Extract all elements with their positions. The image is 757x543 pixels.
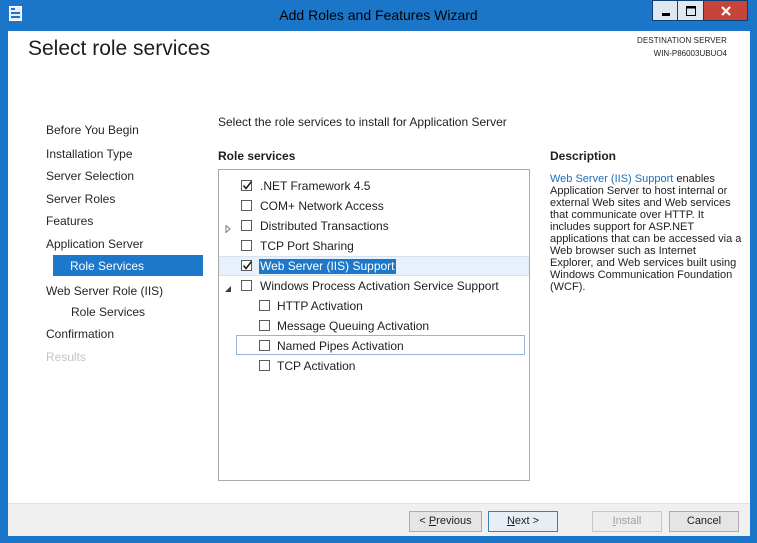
nav-item-results: Results (46, 350, 87, 364)
tree-item-was-support[interactable]: Windows Process Activation Service Suppo… (219, 276, 529, 296)
checkmark-icon (242, 181, 253, 190)
tree-item-tcp-port-sharing[interactable]: TCP Port Sharing (219, 236, 529, 256)
instruction-text: Select the role services to install for … (218, 115, 507, 129)
tree-item-net-framework[interactable]: .NET Framework 4.5 (219, 176, 529, 196)
tree-item-msmq-activation[interactable]: Message Queuing Activation (219, 316, 529, 336)
destination-server-name: WIN-P86003UBUO4 (653, 49, 727, 58)
tree-item-tcp-activation[interactable]: TCP Activation (219, 356, 529, 376)
description-body: enables Application Server to host inter… (550, 173, 742, 293)
tree-item-web-server-iis-support[interactable]: Web Server (IIS) Support (219, 256, 529, 276)
tree-item-named-pipes-activation[interactable]: Named Pipes Activation (236, 335, 525, 355)
checkbox[interactable] (241, 260, 253, 271)
window-title: Add Roles and Features Wizard (279, 7, 478, 23)
nav-item-features[interactable]: Features (46, 214, 93, 228)
next-button[interactable]: Next > (488, 511, 558, 532)
tree-item-distributed-transactions[interactable]: Distributed Transactions (219, 216, 529, 236)
title-bar[interactable]: Add Roles and Features Wizard (0, 0, 757, 31)
tree-item-label: Message Queuing Activation (277, 319, 430, 333)
role-services-tree[interactable]: .NET Framework 4.5 COM+ Network Access D… (218, 169, 530, 481)
nav-item-server-roles[interactable]: Server Roles (46, 192, 115, 206)
checkbox[interactable] (241, 280, 252, 291)
description-text: Web Server (IIS) Support enables Applica… (550, 173, 742, 293)
tree-item-label: COM+ Network Access (260, 199, 384, 213)
tree-item-label: TCP Activation (277, 359, 356, 373)
destination-server-label: DESTINATION SERVER (637, 36, 727, 45)
minimize-icon (662, 13, 670, 16)
next-rest: ext > (514, 515, 540, 527)
checkbox[interactable] (259, 360, 270, 371)
tree-item-label: Windows Process Activation Service Suppo… (260, 279, 499, 293)
nav-item-server-selection[interactable]: Server Selection (46, 169, 134, 183)
previous-prefix: < (419, 515, 429, 527)
tree-item-label: .NET Framework 4.5 (260, 179, 371, 193)
expand-arrow-icon[interactable] (224, 222, 232, 234)
description-header: Description (550, 149, 617, 163)
nav-item-application-server[interactable]: Application Server (46, 237, 143, 251)
tree-item-label: Named Pipes Activation (277, 339, 404, 353)
nav-item-installation-type[interactable]: Installation Type (46, 147, 133, 161)
nav-item-before-you-begin[interactable]: Before You Begin (46, 123, 139, 137)
cancel-button[interactable]: Cancel (669, 511, 739, 532)
nav-item-web-server-role[interactable]: Web Server Role (IIS) (46, 284, 163, 298)
previous-rest: revious (436, 515, 472, 527)
nav-item-role-services-selected[interactable]: Role Services (53, 255, 203, 276)
tree-item-label: TCP Port Sharing (260, 239, 354, 253)
maximize-icon (686, 6, 696, 16)
checkbox[interactable] (241, 220, 252, 231)
nav-item-label: Role Services (70, 259, 145, 273)
previous-button[interactable]: < Previous (409, 511, 482, 532)
maximize-button[interactable] (678, 0, 704, 21)
page-title: Select role services (28, 37, 211, 60)
checkbox[interactable] (259, 300, 270, 311)
checkbox[interactable] (241, 240, 252, 251)
checkbox[interactable] (259, 320, 270, 331)
checkbox[interactable] (259, 340, 270, 351)
collapse-arrow-icon[interactable] (224, 282, 232, 292)
checkbox[interactable] (241, 180, 253, 191)
install-rest: nstall (615, 515, 642, 527)
close-button[interactable] (704, 0, 748, 21)
description-link[interactable]: Web Server (IIS) Support (550, 173, 673, 185)
tree-item-http-activation[interactable]: HTTP Activation (219, 296, 529, 316)
nav-item-confirmation[interactable]: Confirmation (46, 327, 114, 341)
tree-item-com-network-access[interactable]: COM+ Network Access (219, 196, 529, 216)
tree-item-label: Distributed Transactions (260, 219, 389, 233)
next-mnemonic: N (506, 515, 515, 527)
install-button: Install (592, 511, 662, 532)
nav-item-iis-role-services[interactable]: Role Services (71, 305, 145, 319)
minimize-button[interactable] (652, 0, 678, 21)
tree-item-label: HTTP Activation (277, 299, 363, 313)
close-icon (721, 6, 731, 16)
checkmark-icon (242, 261, 253, 270)
checkbox[interactable] (241, 200, 252, 211)
role-services-header: Role services (218, 149, 296, 163)
tree-item-label: Web Server (IIS) Support (259, 259, 396, 274)
